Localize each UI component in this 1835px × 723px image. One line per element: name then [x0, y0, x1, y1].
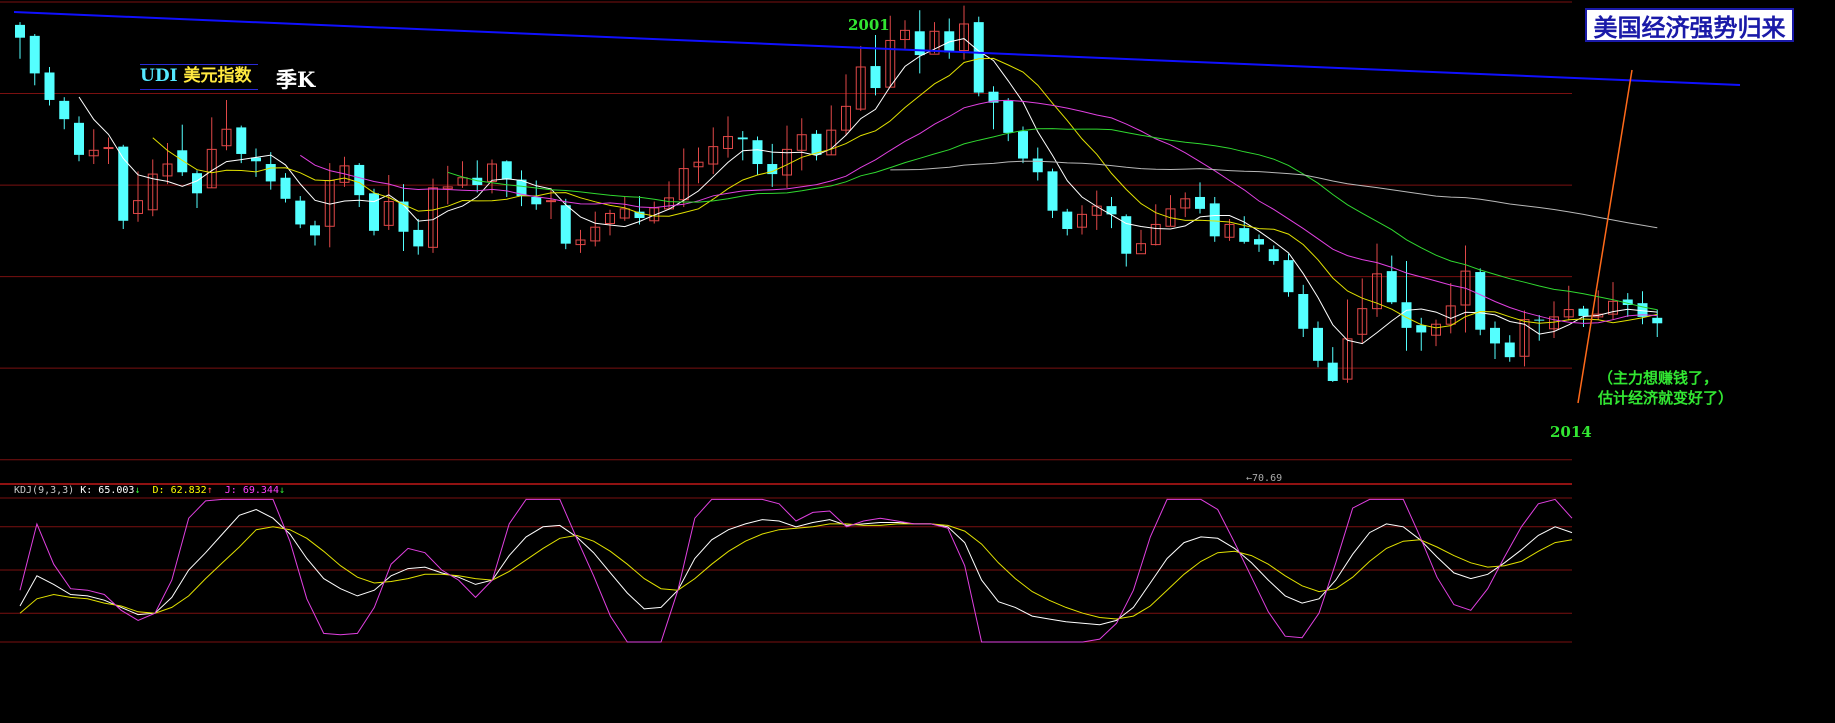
- candle-body-down: [15, 24, 25, 38]
- kdj-header: KDJ(9,3,3) K: 65.003↓, D: 62.832↑, J: 69…: [14, 485, 285, 496]
- candle-body-down: [1298, 294, 1309, 329]
- candle-body-down: [1652, 317, 1663, 324]
- candle-body-down: [310, 225, 320, 236]
- kdj-d-value: D: 62.832: [152, 485, 207, 496]
- udi-quarterly-kline-chart: [0, 1, 1741, 643]
- candle-body-down: [295, 200, 306, 225]
- candle-body-down: [192, 173, 202, 194]
- candle-body-down: [1062, 211, 1073, 230]
- moving-average-line: [152, 57, 1658, 329]
- candle-body-down: [560, 205, 571, 244]
- candle-body-down: [265, 164, 276, 182]
- candle-body-down: [1504, 342, 1515, 358]
- candle-body-down: [752, 140, 763, 165]
- candle-body-down: [1047, 171, 1058, 211]
- kdj-j-line: [19, 498, 1573, 643]
- candle-body-down: [280, 177, 291, 199]
- candle-body-down: [870, 66, 881, 89]
- candle-body-down: [74, 122, 84, 155]
- kdj-name: KDJ(9,3,3): [14, 485, 75, 496]
- candle-body-up: [103, 147, 114, 150]
- candle-body-down: [1327, 362, 1338, 381]
- candle-body-down: [1313, 327, 1323, 361]
- candle-body-down: [1195, 196, 1205, 209]
- candle-body-down: [1239, 228, 1250, 242]
- candle-body-down: [177, 150, 188, 173]
- annotation-line-1: （主力想赚钱了，: [1598, 369, 1719, 387]
- candle-body-down: [1490, 327, 1500, 344]
- moving-average-line: [890, 160, 1658, 229]
- candle-body-down: [973, 22, 984, 93]
- index-legend: UDI 美元指数: [140, 64, 258, 90]
- candle-body-down: [29, 35, 40, 74]
- candle-body-down: [354, 164, 365, 196]
- candle-body-down: [236, 127, 247, 154]
- candle-body-down: [1032, 158, 1043, 173]
- peak-year-label: 2001: [848, 16, 890, 34]
- kdj-j-value: J: 69.344: [224, 485, 279, 496]
- candle-body-down: [1003, 100, 1014, 133]
- annotation-arrow-line: [1577, 69, 1633, 404]
- candlestick-series: [15, 5, 1663, 383]
- candle-body-down: [369, 193, 379, 231]
- period-label: 季K: [276, 67, 316, 92]
- moving-average-line: [300, 99, 1658, 324]
- candle-body-down: [501, 161, 512, 180]
- candle-body-down: [413, 229, 424, 247]
- candle-body-down: [737, 137, 748, 140]
- moving-average-lines: [78, 38, 1658, 345]
- candle-body-down: [1475, 272, 1486, 330]
- headline-box: 美国经济强势归来: [1585, 8, 1794, 42]
- kdj-k-value: K: 65.003: [80, 485, 135, 496]
- candle-body-down: [44, 72, 55, 100]
- candle-body-down: [1416, 325, 1427, 333]
- candle-body-down: [1578, 308, 1589, 316]
- candle-body-down: [1209, 203, 1220, 237]
- min-price-label: ←70.69: [1246, 473, 1283, 484]
- candle-body-down: [1018, 131, 1028, 159]
- moving-average-line: [78, 38, 1658, 345]
- index-code: UDI: [140, 66, 178, 86]
- kdj-k-arrow: ↓: [134, 485, 141, 496]
- kdj-d-arrow: ↑: [206, 485, 213, 496]
- annotation-note: （主力想赚钱了， 估计经济就变好了）: [1598, 368, 1733, 408]
- kdj-d-line: [19, 523, 1573, 620]
- candle-body-down: [1283, 260, 1294, 293]
- candle-body-down: [1268, 249, 1279, 262]
- candle-body-down: [59, 100, 70, 120]
- candle-body-down: [1386, 271, 1397, 303]
- candle-body-down: [1254, 239, 1264, 245]
- candle-body-up: [546, 200, 556, 203]
- candle-body-down: [531, 196, 542, 205]
- candle-body-down: [914, 31, 925, 56]
- candle-body-down: [634, 211, 645, 219]
- candle-body-down: [1534, 319, 1545, 321]
- index-name: 美元指数: [183, 66, 252, 86]
- kdj-j-arrow: ↓: [278, 485, 285, 496]
- annotation-line-2: 估计经济就变好了）: [1598, 389, 1734, 407]
- current-year-label: 2014: [1550, 423, 1592, 441]
- kdj-indicator-lines: [19, 498, 1573, 643]
